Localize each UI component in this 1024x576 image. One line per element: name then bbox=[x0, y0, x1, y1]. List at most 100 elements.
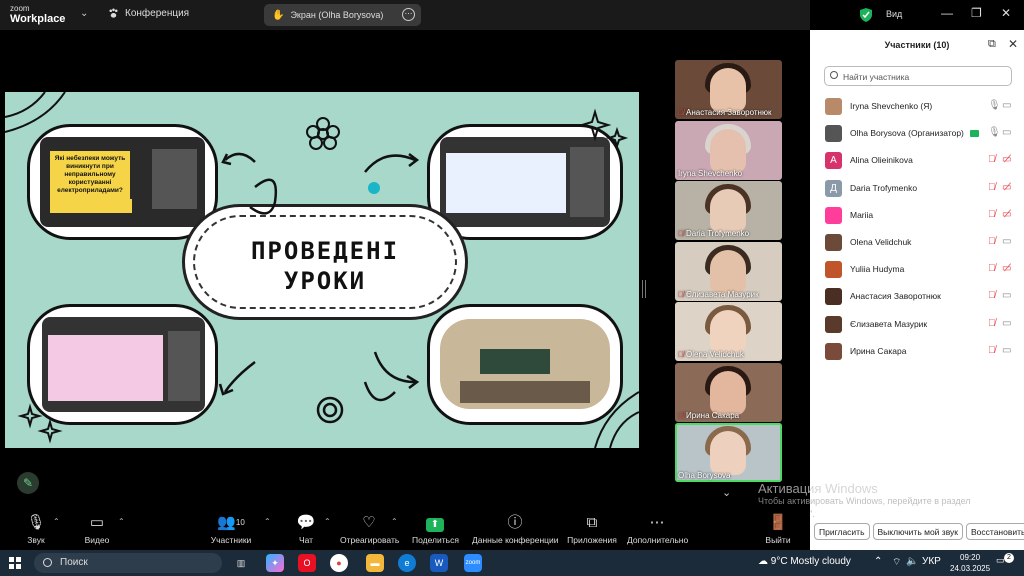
camera-off-icon[interactable]: ▭̸ bbox=[1002, 182, 1011, 193]
word-icon[interactable]: W bbox=[430, 554, 448, 572]
video-tile-name-text: Анастасия Заворотнюк bbox=[686, 108, 772, 117]
video-tile[interactable]: 🎙̸ Daria Trofymenko bbox=[675, 181, 782, 240]
participant-row[interactable]: Д Daria Trofymenko 🎙̸ ▭̸ bbox=[810, 174, 1024, 201]
microphone-icon: 🎙 bbox=[26, 514, 46, 531]
mute-me-button[interactable]: Выключить мой звук bbox=[872, 523, 963, 540]
task-view-icon[interactable]: ▥ bbox=[232, 554, 250, 572]
camera-icon[interactable]: ▭ bbox=[1002, 345, 1011, 356]
participants-button[interactable]: 👥10 Участники bbox=[208, 508, 254, 550]
meeting-menu[interactable]: Конференция bbox=[108, 8, 189, 19]
microphone-icon[interactable]: 🎙 bbox=[988, 100, 1001, 111]
audio-button[interactable]: 🎙 Звук bbox=[22, 508, 50, 550]
annotate-pencil-icon[interactable]: ✎ bbox=[17, 472, 39, 494]
mic-muted-icon[interactable]: 🎙̸ bbox=[988, 263, 996, 274]
chat-options-caret[interactable]: ⌃ bbox=[324, 517, 331, 526]
camera-icon[interactable]: ▭ bbox=[1002, 318, 1011, 329]
more-options-icon[interactable]: ⋯ bbox=[402, 8, 415, 21]
restore-button[interactable]: Восстановить bbox=[966, 523, 1024, 540]
opera-icon[interactable]: O bbox=[298, 554, 316, 572]
participant-row[interactable]: Mariia 🎙̸ ▭̸ bbox=[810, 201, 1024, 228]
zoom-taskbar-icon[interactable]: zoom bbox=[464, 554, 482, 572]
chevron-down-icon[interactable]: ⌄ bbox=[80, 8, 88, 19]
close-icon[interactable]: ✕ bbox=[1008, 37, 1018, 51]
hand-icon: ✋ bbox=[272, 9, 285, 21]
more-button[interactable]: ⋯ Дополнительно bbox=[627, 508, 688, 550]
video-options-caret[interactable]: ⌃ bbox=[118, 517, 125, 526]
windows-start-icon[interactable] bbox=[9, 557, 21, 569]
participant-name: Olha Borysova (Организатор) bbox=[850, 128, 964, 139]
microphone-icon[interactable]: 🎙 bbox=[988, 127, 1001, 138]
camera-icon[interactable]: ▭ bbox=[1002, 127, 1011, 138]
restore-button[interactable]: ❐ bbox=[971, 6, 982, 20]
participant-row[interactable]: Ирина Сакара 🎙̸ ▭ bbox=[810, 337, 1024, 364]
react-label: Отреагировать bbox=[340, 535, 400, 545]
mic-muted-icon: 🎙̸ bbox=[678, 289, 684, 299]
volume-icon[interactable]: 🔈 bbox=[906, 556, 918, 567]
resize-handle[interactable] bbox=[642, 280, 646, 298]
edge-icon[interactable]: e bbox=[398, 554, 416, 572]
mic-muted-icon[interactable]: 🎙̸ bbox=[988, 209, 996, 220]
camera-off-icon[interactable]: ▭̸ bbox=[1002, 263, 1011, 274]
participant-row[interactable]: Olha Borysova (Организатор) 🎙 ▭ bbox=[810, 119, 1024, 146]
keyboard-language[interactable]: УКР bbox=[922, 556, 941, 567]
avatar bbox=[825, 206, 842, 224]
participant-search-input[interactable]: Найти участника bbox=[824, 66, 1012, 86]
video-button[interactable]: ▭ Видео bbox=[82, 508, 112, 550]
participants-options-caret[interactable]: ⌃ bbox=[264, 517, 271, 526]
participant-row[interactable]: Єлизавета Мазурик 🎙̸ ▭ bbox=[810, 310, 1024, 337]
info-icon: ⓘ bbox=[507, 514, 523, 531]
video-tile[interactable]: 🎙̸ Ирина Сакара bbox=[675, 362, 782, 422]
taskbar-search[interactable]: Поиск bbox=[34, 553, 222, 573]
avatar: Д bbox=[825, 179, 842, 197]
mic-muted-icon[interactable]: 🎙̸ bbox=[988, 236, 996, 247]
chat-button[interactable]: 💬 Чат bbox=[294, 508, 318, 550]
tray-chevron-icon[interactable]: ⌃ bbox=[874, 556, 882, 567]
share-button[interactable]: ⬆ Поделиться bbox=[412, 508, 459, 550]
mic-muted-icon[interactable]: 🎙̸ bbox=[988, 290, 996, 301]
video-tile-name-text: Ирина Сакара bbox=[686, 410, 740, 420]
security-shield-icon[interactable] bbox=[860, 8, 872, 22]
copilot-icon[interactable]: ✦ bbox=[266, 554, 284, 572]
leave-icon: 🚪 bbox=[768, 514, 788, 531]
react-options-caret[interactable]: ⌃ bbox=[391, 517, 398, 526]
camera-icon[interactable]: ▭ bbox=[1002, 236, 1011, 247]
audio-options-caret[interactable]: ⌃ bbox=[53, 517, 60, 526]
video-tile[interactable]: 🎙̸ Анастасия Заворотнюк bbox=[675, 60, 782, 119]
video-tile[interactable]: Iryna Shevchenko bbox=[675, 120, 782, 180]
camera-off-icon[interactable]: ▭̸ bbox=[1002, 209, 1011, 220]
chat-label: Чат bbox=[298, 535, 314, 545]
minimize-button[interactable]: — bbox=[941, 6, 953, 20]
screen-share-pill[interactable]: ✋ Экран (Olha Borysova) ⋯ bbox=[264, 4, 421, 26]
file-explorer-icon[interactable]: ▬ bbox=[366, 554, 384, 572]
camera-icon[interactable]: ▭ bbox=[1002, 100, 1011, 111]
video-tile[interactable]: 🎙̸ Єлизавета Мазурик bbox=[675, 241, 782, 301]
mic-muted-icon[interactable]: 🎙̸ bbox=[988, 345, 996, 356]
view-button[interactable]: Вид bbox=[886, 9, 902, 19]
mic-muted-icon[interactable]: 🎙̸ bbox=[988, 154, 996, 165]
invite-button[interactable]: Пригласить bbox=[814, 523, 870, 540]
video-tile[interactable]: Olha Borysova bbox=[675, 423, 782, 482]
camera-off-icon[interactable]: ▭̸ bbox=[1002, 154, 1011, 165]
react-button[interactable]: ♡ Отреагировать bbox=[340, 508, 400, 550]
participant-row[interactable]: Yuliia Hudyma 🎙̸ ▭̸ bbox=[810, 255, 1024, 282]
participant-row[interactable]: Olena Velidchuk 🎙̸ ▭ bbox=[810, 228, 1024, 255]
video-tile[interactable]: 🎙̸ Olena Velidchuk bbox=[675, 302, 782, 361]
notification-icon[interactable]: ▭ 2 bbox=[996, 553, 1014, 569]
participant-row[interactable]: Анастасия Заворотнюк 🎙̸ ▭ bbox=[810, 282, 1024, 309]
chrome-icon[interactable]: ● bbox=[330, 554, 348, 572]
participants-icon: 👥10 bbox=[217, 514, 245, 531]
meeting-info-button[interactable]: ⓘ Данные конференции bbox=[472, 508, 559, 550]
weather-widget[interactable]: ☁ 9°C Mostly cloudy bbox=[758, 556, 851, 567]
leave-button[interactable]: 🚪 Выйти bbox=[764, 508, 792, 550]
apps-button[interactable]: ⧉ Приложения bbox=[566, 508, 618, 550]
taskbar-clock[interactable]: 09:20 24.03.2025 bbox=[950, 552, 990, 574]
close-button[interactable]: ✕ bbox=[1001, 6, 1011, 20]
wifi-icon[interactable]: ⌔ bbox=[892, 556, 901, 569]
chevron-down-icon[interactable]: ⌄ bbox=[722, 486, 731, 499]
mic-muted-icon[interactable]: 🎙̸ bbox=[988, 318, 996, 329]
camera-icon[interactable]: ▭ bbox=[1002, 290, 1011, 301]
participant-row[interactable]: Iryna Shevchenko (Я) 🎙 ▭ bbox=[810, 92, 1024, 119]
mic-muted-icon[interactable]: 🎙̸ bbox=[988, 182, 996, 193]
popout-icon[interactable]: ⧉ bbox=[988, 38, 996, 51]
participant-row[interactable]: A Alina Olieinikova 🎙̸ ▭̸ bbox=[810, 146, 1024, 173]
